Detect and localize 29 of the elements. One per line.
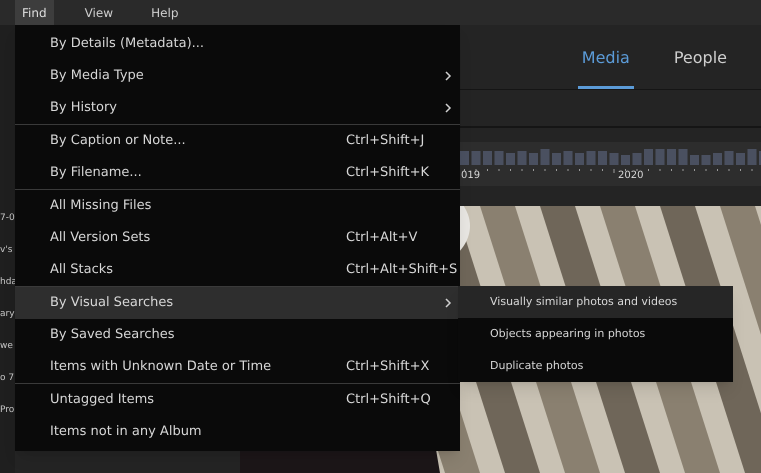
timeline-label: 2020: [618, 169, 644, 183]
sidebar-text: 7-0: [0, 212, 15, 225]
menu-item[interactable]: Duplicate photos: [458, 350, 733, 382]
menu-item[interactable]: By Saved Searches: [15, 319, 460, 351]
menu-item[interactable]: All Missing Files: [15, 190, 460, 222]
sidebar-text: we: [0, 340, 14, 353]
menu-item[interactable]: Objects appearing in photos: [458, 318, 733, 350]
menu-item[interactable]: By History: [15, 92, 460, 124]
menu-item[interactable]: All Version Sets Ctrl+Alt+V: [15, 222, 460, 254]
timeline-label: 019: [461, 169, 480, 183]
menu-item[interactable]: All Stacks Ctrl+Alt+Shift+S: [15, 254, 460, 286]
menu-item[interactable]: Items not in any Album: [15, 416, 460, 448]
menu-item[interactable]: Untagged Items Ctrl+Shift+Q: [15, 384, 460, 416]
menu-item[interactable]: By Visual Searches: [15, 287, 460, 319]
sidebar-text: o 7: [0, 372, 15, 385]
menu-bar-item[interactable]: Find: [15, 0, 54, 25]
menu-item[interactable]: By Caption or Note... Ctrl+Shift+J: [15, 125, 460, 157]
menu-item[interactable]: By Details (Metadata)...: [15, 28, 460, 60]
menu-item[interactable]: By Media Type: [15, 60, 460, 92]
tab[interactable]: People: [670, 30, 731, 89]
sidebar-text: ary: [0, 308, 15, 321]
menu-item[interactable]: By Filename... Ctrl+Shift+K: [15, 157, 460, 189]
menu-bar-item[interactable]: View: [78, 0, 120, 25]
sidebar-text: Pro: [0, 404, 15, 417]
tab[interactable]: Media: [578, 30, 634, 89]
sidebar-text: v's: [0, 244, 14, 257]
menu-item[interactable]: Visually similar photos and videos: [458, 286, 733, 318]
menu-bar-item[interactable]: Help: [144, 0, 186, 25]
menu-item[interactable]: Items with Unknown Date or Time Ctrl+Shift+X: [15, 351, 460, 383]
